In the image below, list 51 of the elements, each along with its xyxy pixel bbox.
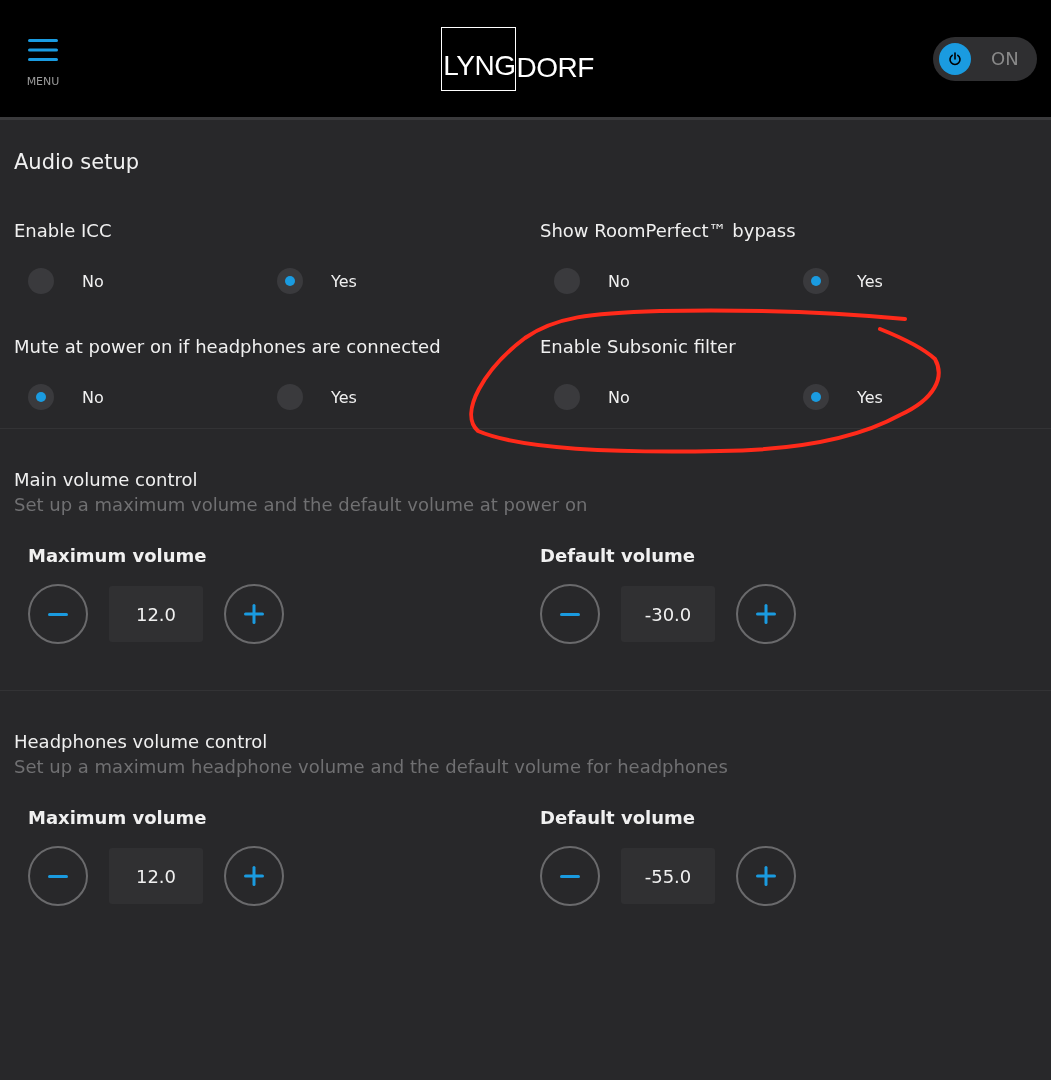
section-title: Main volume control [14, 469, 199, 490]
option-label[interactable]: Yes [331, 271, 357, 291]
setting-label: Enable ICC [14, 220, 113, 243]
section-description: Set up a maximum volume and the default volume at power on [14, 494, 589, 515]
menu-icon[interactable] [28, 39, 58, 61]
volume-label: Default volume [540, 807, 697, 828]
setting-label: Mute at power on if headphones are connected [14, 336, 442, 359]
plus-icon [242, 602, 266, 626]
logo-text: LYNG [441, 26, 517, 91]
setting-label: Show RoomPerfect™ bypass [540, 220, 797, 243]
increase-button[interactable] [736, 584, 796, 644]
increase-button[interactable] [224, 584, 284, 644]
option-label[interactable]: No [82, 387, 104, 407]
radio-button[interactable] [803, 268, 829, 294]
decrease-button[interactable] [540, 584, 600, 644]
section-description: Set up a maximum headphone volume and the default volume for headphones [14, 756, 729, 777]
volume-value: 12.0 [109, 848, 203, 904]
volume-value: 12.0 [109, 586, 203, 642]
section-title: Audio setup [14, 150, 141, 174]
logo-text: DORF [516, 51, 594, 86]
setting-label: Enable Subsonic filter [540, 336, 737, 359]
minus-icon [48, 612, 68, 616]
decrease-button[interactable] [28, 846, 88, 906]
option-label[interactable]: No [82, 271, 104, 291]
increase-button[interactable] [736, 846, 796, 906]
increase-button[interactable] [224, 846, 284, 906]
option-label[interactable]: Yes [331, 387, 357, 407]
minus-icon [560, 874, 580, 878]
volume-value: -55.0 [621, 848, 715, 904]
minus-icon [560, 612, 580, 616]
minus-icon [48, 874, 68, 878]
volume-value: -30.0 [621, 586, 715, 642]
plus-icon [242, 864, 266, 888]
plus-icon [754, 602, 778, 626]
power-icon [939, 42, 971, 75]
radio-button[interactable] [803, 384, 829, 410]
volume-label: Maximum volume [28, 545, 208, 566]
volume-label: Maximum volume [28, 807, 208, 828]
option-label[interactable]: No [608, 387, 630, 407]
option-label[interactable]: No [608, 271, 630, 291]
radio-button[interactable] [28, 384, 54, 410]
option-label[interactable]: Yes [857, 271, 883, 291]
volume-label: Default volume [540, 545, 697, 566]
power-toggle[interactable]: ON [933, 36, 1037, 81]
menu-label[interactable]: MENU [26, 75, 60, 88]
section-title: Headphones volume control [14, 731, 269, 752]
decrease-button[interactable] [540, 846, 600, 906]
radio-button[interactable] [277, 268, 303, 294]
plus-icon [754, 864, 778, 888]
decrease-button[interactable] [28, 584, 88, 644]
option-label[interactable]: Yes [857, 387, 883, 407]
